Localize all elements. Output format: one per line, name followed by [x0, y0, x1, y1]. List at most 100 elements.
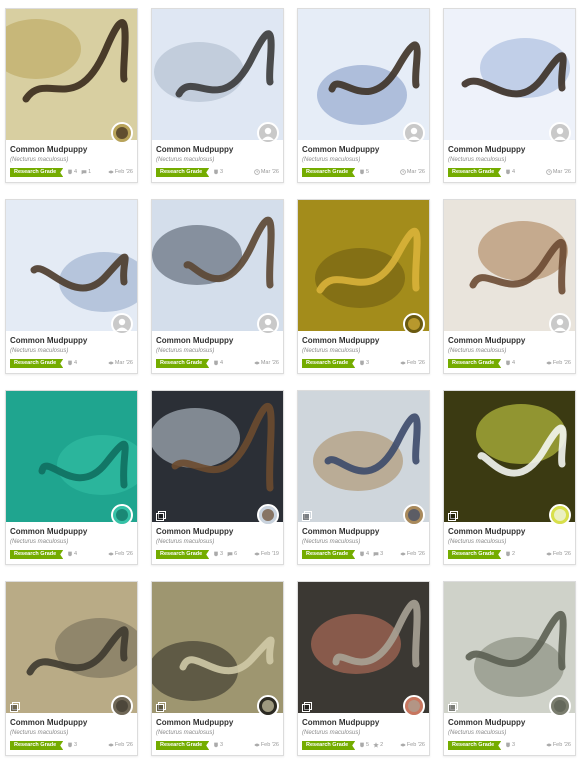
species-common-name[interactable]: Common Mudpuppy: [156, 145, 233, 154]
species-common-name[interactable]: Common Mudpuppy: [10, 527, 87, 536]
observation-photo[interactable]: [444, 582, 575, 713]
observation-card[interactable]: Common Mudpuppy (Necturus maculosus) Resea…: [5, 8, 138, 183]
observation-photo[interactable]: [152, 391, 283, 522]
research-grade-badge: Research Grade: [302, 359, 355, 368]
user-avatar[interactable]: [257, 695, 279, 717]
user-avatar[interactable]: [111, 695, 133, 717]
species-common-name[interactable]: Common Mudpuppy: [10, 336, 87, 345]
species-common-name[interactable]: Common Mudpuppy: [448, 527, 525, 536]
observation-date: Mar '26: [254, 168, 279, 177]
eye-icon: [546, 552, 552, 556]
identification-icon: [68, 360, 72, 365]
species-common-name[interactable]: Common Mudpuppy: [448, 145, 525, 154]
default-user-icon[interactable]: [257, 122, 279, 144]
eye-icon: [400, 361, 406, 365]
observation-card[interactable]: Common Mudpuppy (Necturus maculosus) Resea…: [151, 199, 284, 374]
species-common-name[interactable]: Common Mudpuppy: [302, 718, 379, 727]
identifications-count: 4: [67, 551, 77, 557]
species-common-name[interactable]: Common Mudpuppy: [156, 336, 233, 345]
species-common-name[interactable]: Common Mudpuppy: [302, 145, 379, 154]
species-scientific-name: (Necturus maculosus): [302, 348, 361, 354]
observation-card[interactable]: Common Mudpuppy (Necturus maculosus) Resea…: [297, 390, 430, 565]
user-avatar[interactable]: [403, 695, 425, 717]
observation-photo[interactable]: [444, 391, 575, 522]
user-avatar[interactable]: [111, 122, 133, 144]
eye-icon: [254, 743, 260, 747]
observation-card[interactable]: Common Mudpuppy (Necturus maculosus) Resea…: [297, 581, 430, 756]
observation-stats: 2: [505, 550, 515, 559]
observation-card[interactable]: Common Mudpuppy (Necturus maculosus) Resea…: [151, 581, 284, 756]
observation-card[interactable]: Common Mudpuppy (Necturus maculosus) Resea…: [151, 390, 284, 565]
identification-icon: [214, 360, 218, 365]
observation-stats: 52: [359, 741, 383, 750]
observation-photo[interactable]: [152, 200, 283, 331]
observation-card[interactable]: Common Mudpuppy (Necturus maculosus) Resea…: [5, 390, 138, 565]
research-grade-badge: Research Grade: [448, 741, 501, 750]
observation-photo[interactable]: [298, 582, 429, 713]
observation-photo[interactable]: [444, 200, 575, 331]
observation-card[interactable]: Common Mudpuppy (Necturus maculosus) Resea…: [5, 581, 138, 756]
user-avatar[interactable]: [549, 504, 571, 526]
observation-stats: 3: [213, 741, 223, 750]
observation-photo[interactable]: [6, 9, 137, 140]
research-grade-badge: Research Grade: [448, 359, 501, 368]
default-user-icon[interactable]: [111, 313, 133, 335]
identifications-count: 4: [359, 551, 369, 557]
species-common-name[interactable]: Common Mudpuppy: [10, 718, 87, 727]
species-common-name[interactable]: Common Mudpuppy: [156, 718, 233, 727]
observation-photo[interactable]: [298, 391, 429, 522]
user-avatar[interactable]: [549, 695, 571, 717]
observation-card[interactable]: Common Mudpuppy (Necturus maculosus) Resea…: [443, 581, 576, 756]
default-user-icon[interactable]: [549, 313, 571, 335]
observation-stats: 4: [505, 359, 515, 368]
observation-photo[interactable]: [298, 200, 429, 331]
user-avatar[interactable]: [403, 504, 425, 526]
observation-photo[interactable]: [152, 9, 283, 140]
user-avatar[interactable]: [403, 313, 425, 335]
clock-icon: [254, 168, 260, 175]
observation-card[interactable]: Common Mudpuppy (Necturus maculosus) Resea…: [443, 8, 576, 183]
species-scientific-name: (Necturus maculosus): [448, 157, 507, 163]
species-common-name[interactable]: Common Mudpuppy: [448, 336, 525, 345]
multiple-photos-icon: [448, 508, 458, 521]
species-common-name[interactable]: Common Mudpuppy: [302, 336, 379, 345]
clock-icon: [546, 168, 552, 175]
eye-icon: [400, 552, 406, 556]
observation-card[interactable]: Common Mudpuppy (Necturus maculosus) Resea…: [297, 199, 430, 374]
research-grade-badge: Research Grade: [448, 168, 501, 177]
observation-date: Feb '26: [400, 741, 425, 750]
eye-icon: [400, 743, 406, 747]
species-common-name[interactable]: Common Mudpuppy: [10, 145, 87, 154]
observation-card[interactable]: Common Mudpuppy (Necturus maculosus) Resea…: [297, 8, 430, 183]
default-user-icon[interactable]: [257, 313, 279, 335]
comment-icon: [81, 169, 87, 174]
species-common-name[interactable]: Common Mudpuppy: [448, 718, 525, 727]
species-common-name[interactable]: Common Mudpuppy: [302, 527, 379, 536]
observation-photo[interactable]: [6, 200, 137, 331]
observation-card[interactable]: Common Mudpuppy (Necturus maculosus) Resea…: [5, 199, 138, 374]
observation-photo[interactable]: [444, 9, 575, 140]
identification-icon: [68, 551, 72, 556]
observation-stats: 36: [213, 550, 237, 559]
research-grade-badge: Research Grade: [10, 550, 63, 559]
comment-icon: [227, 551, 233, 556]
observation-card[interactable]: Common Mudpuppy (Necturus maculosus) Resea…: [443, 390, 576, 565]
observation-date: Feb '26: [546, 741, 571, 750]
observation-card[interactable]: Common Mudpuppy (Necturus maculosus) Resea…: [151, 8, 284, 183]
observation-photo[interactable]: [152, 582, 283, 713]
observation-photo[interactable]: [6, 582, 137, 713]
multiple-photos-icon: [302, 508, 312, 521]
species-common-name[interactable]: Common Mudpuppy: [156, 527, 233, 536]
default-user-icon[interactable]: [549, 122, 571, 144]
user-avatar[interactable]: [111, 504, 133, 526]
observation-photo[interactable]: [298, 9, 429, 140]
identification-icon: [214, 742, 218, 747]
faves-count: 2: [373, 741, 383, 748]
user-avatar[interactable]: [257, 504, 279, 526]
observation-photo[interactable]: [6, 391, 137, 522]
default-user-icon[interactable]: [403, 122, 425, 144]
species-scientific-name: (Necturus maculosus): [10, 730, 69, 736]
identification-icon: [360, 742, 364, 747]
observation-card[interactable]: Common Mudpuppy (Necturus maculosus) Resea…: [443, 199, 576, 374]
identifications-count: 3: [213, 169, 223, 175]
